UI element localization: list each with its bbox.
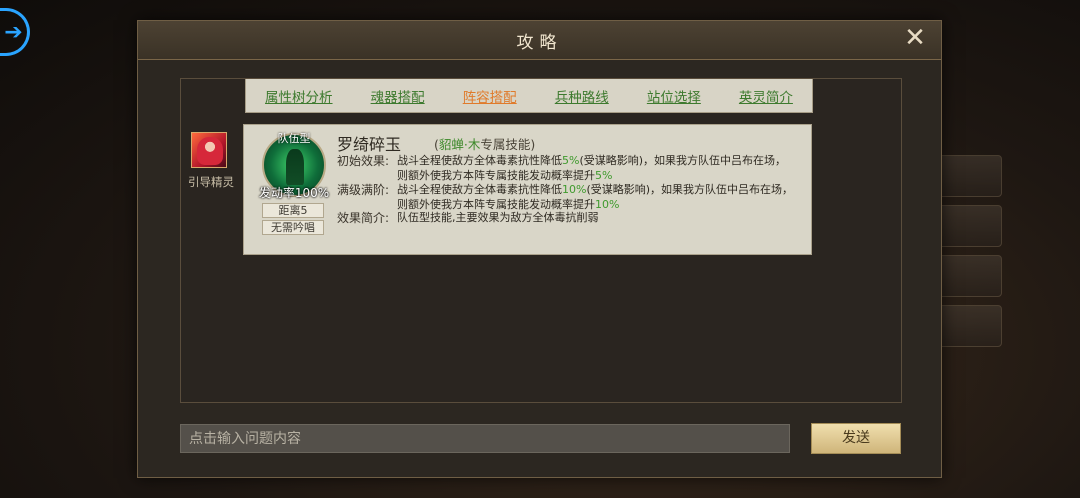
- guide-spirit-portrait: [197, 137, 223, 165]
- background-side-button: [932, 255, 1002, 297]
- skill-figure-icon: [286, 149, 304, 185]
- effect-label: 初始效果:: [337, 154, 390, 168]
- background-side-button: [932, 305, 1002, 347]
- effect-label: 效果简介:: [337, 211, 390, 225]
- tab-bar: 属性树分析 魂器搭配 阵容搭配 兵种路线 站位选择 英灵简介: [245, 79, 813, 113]
- tab-troop-route[interactable]: 兵种路线: [555, 86, 609, 106]
- dialog-header: 攻略 ✕: [138, 21, 941, 60]
- effect-max: 满级满阶: 战斗全程使敌方全体毒素抗性降低10%(受谋略影响)，如果我方队伍中吕…: [337, 183, 797, 212]
- effect-text-part: 战斗全程使敌方全体毒素抗性降低: [397, 183, 562, 196]
- background-side-button: [932, 205, 1002, 247]
- effect-value: 5%: [562, 154, 580, 167]
- back-arrow-icon[interactable]: ➔: [0, 8, 30, 56]
- guide-spirit-avatar[interactable]: [191, 132, 227, 168]
- effect-value: 10%: [595, 197, 620, 211]
- tab-attribute-tree[interactable]: 属性树分析: [265, 86, 333, 106]
- skill-chant: 无需吟唱: [262, 220, 324, 235]
- background-side-button: [932, 155, 1002, 197]
- effect-value: 10%: [562, 183, 587, 196]
- send-button[interactable]: 发送: [811, 423, 901, 454]
- skill-card: 队伍型 发动率100% 距离5 无需吟唱 罗绮碎玉 (貂蝉·木专属技能) 初始效…: [243, 124, 812, 255]
- effect-text: 战斗全程使敌方全体毒素抗性降低10%(受谋略影响)，如果我方队伍中吕布在场，则额…: [397, 183, 797, 212]
- effect-initial: 初始效果: 战斗全程使敌方全体毒素抗性降低5%(受谋略影响)，如果我方队伍中吕布…: [337, 154, 797, 183]
- tab-lineup[interactable]: 阵容搭配: [463, 86, 517, 106]
- effect-value: 5%: [595, 168, 613, 182]
- skill-owner-hero[interactable]: 貂蝉·木: [439, 137, 480, 152]
- tab-soul-gear[interactable]: 魂器搭配: [371, 86, 425, 106]
- skill-type: 队伍型: [277, 132, 311, 145]
- effect-text: 战斗全程使敌方全体毒素抗性降低5%(受谋略影响)，如果我方队伍中吕布在场，则额外…: [397, 154, 797, 183]
- effect-summary: 效果简介: 队伍型技能,主要效果为敌方全体毒抗削弱: [337, 211, 797, 226]
- close-icon[interactable]: ✕: [903, 25, 927, 51]
- question-input[interactable]: [180, 424, 790, 453]
- skill-owner-suffix: 专属技能): [480, 137, 536, 152]
- effect-text-part: 战斗全程使敌方全体毒素抗性降低: [397, 154, 562, 167]
- skill-trigger-rate: 发动率100%: [258, 186, 330, 200]
- skill-name: 罗绮碎玉: [337, 135, 402, 154]
- skill-owner: (貂蝉·木专属技能): [434, 134, 535, 153]
- strategy-content[interactable]: 属性树分析 魂器搭配 阵容搭配 兵种路线 站位选择 英灵简介 引导精灵 队伍型 …: [180, 78, 902, 403]
- skill-distance: 距离5: [262, 203, 324, 218]
- tab-hero-intro[interactable]: 英灵简介: [739, 86, 793, 106]
- strategy-dialog: 攻略 ✕ 属性树分析 魂器搭配 阵容搭配 兵种路线 站位选择 英灵简介 引导精灵…: [137, 20, 942, 478]
- effect-label: 满级满阶:: [337, 183, 390, 197]
- tab-position[interactable]: 站位选择: [647, 86, 701, 106]
- guide-spirit-label: 引导精灵: [188, 175, 234, 189]
- effect-text: 队伍型技能,主要效果为敌方全体毒抗削弱: [397, 211, 599, 224]
- dialog-title: 攻略: [516, 32, 563, 53]
